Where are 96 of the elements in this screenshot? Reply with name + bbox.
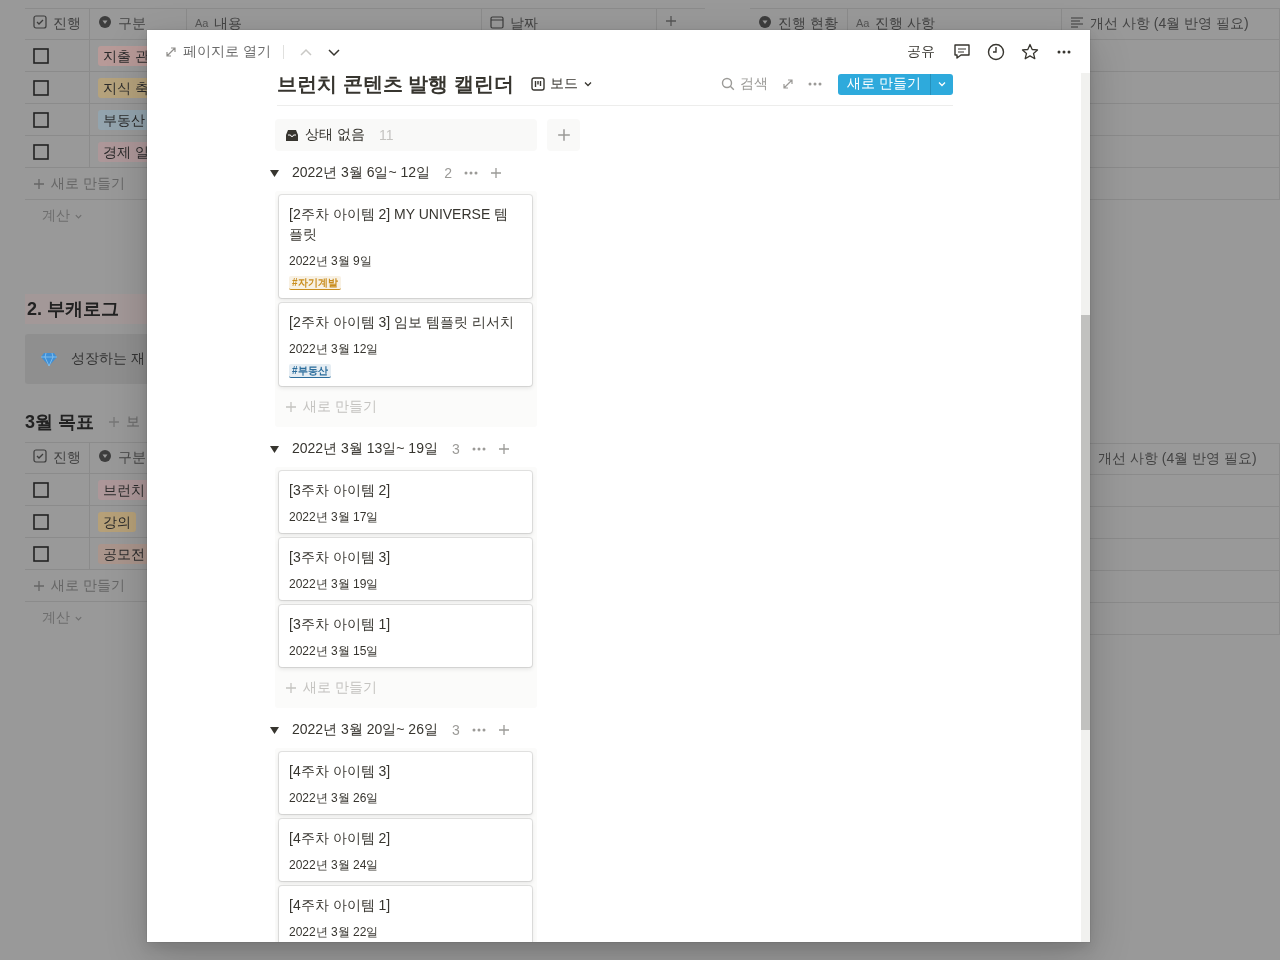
card[interactable]: [3주차 아이템 2] 2022년 3월 17일 xyxy=(279,471,532,533)
card-title: [4주차 아이템 1] xyxy=(289,896,392,915)
group-label: 2022년 3월 13일~ 19일 xyxy=(292,440,438,458)
card[interactable]: [4주차 아이템 2] 2022년 3월 24일 xyxy=(279,819,532,881)
column-header: 개선 사항 (4월 반영 필요) xyxy=(1098,450,1257,466)
board-icon xyxy=(530,77,545,91)
open-as-page-button[interactable]: 페이지로 열기 xyxy=(165,42,271,61)
select-type-icon xyxy=(98,449,112,463)
tag: 브런치 xyxy=(98,479,150,500)
calendar-icon xyxy=(490,15,504,29)
card-title: [4주차 아이템 2] xyxy=(289,829,392,848)
plus-icon xyxy=(556,128,571,142)
card[interactable]: [3주차 아이템 3] 2022년 3월 19일 xyxy=(279,538,532,600)
title-type-icon: Aa xyxy=(856,15,870,31)
column-header: 진행 사항 xyxy=(875,15,936,31)
card-title: [3주차 아이템 2] xyxy=(289,481,392,500)
card[interactable]: [3주차 아이템 1] 2022년 3월 15일 xyxy=(279,605,532,667)
column-header: 날짜 xyxy=(510,15,538,31)
text-lines-icon xyxy=(1070,15,1084,29)
checkbox[interactable] xyxy=(33,47,49,64)
triangle-icon[interactable] xyxy=(270,725,279,735)
group-count: 11 xyxy=(378,127,394,143)
checkbox[interactable] xyxy=(33,79,49,96)
more-icon[interactable] xyxy=(1055,49,1073,54)
tag: #부동산 xyxy=(289,364,331,378)
checkbox-type-icon xyxy=(33,449,47,463)
plus-icon xyxy=(33,579,45,592)
select-type-icon xyxy=(758,15,772,29)
search-icon xyxy=(721,77,736,91)
card-date: 2022년 3월 22일 xyxy=(289,924,380,940)
column-header: 개선 사항 (4월 반영 필요) xyxy=(1090,15,1249,31)
card-date: 2022년 3월 17일 xyxy=(289,509,380,525)
title-type-icon: Aa xyxy=(195,15,209,31)
plus-icon xyxy=(489,167,502,179)
tag: 강의 xyxy=(98,511,136,532)
gem-icon xyxy=(41,352,57,366)
checkbox[interactable] xyxy=(33,545,49,562)
comment-icon[interactable] xyxy=(953,42,971,61)
plus-icon xyxy=(285,401,297,413)
card-title: [3주차 아이템 1] xyxy=(289,615,392,634)
tag: 부동산 xyxy=(98,109,150,130)
select-type-icon xyxy=(98,15,112,29)
column-header: 내용 xyxy=(214,15,243,31)
expand-icon[interactable] xyxy=(782,78,795,90)
triangle-icon[interactable] xyxy=(270,168,279,178)
share-button[interactable]: 공유 xyxy=(907,42,935,61)
group-count: 3 xyxy=(451,722,460,738)
plus-icon xyxy=(497,443,510,455)
card[interactable]: [4주차 아이템 3] 2022년 3월 26일 xyxy=(279,752,532,814)
card-title: [2주차 아이템 2] MY UNIVERSE 템플릿 xyxy=(289,205,510,244)
star-icon[interactable] xyxy=(1021,42,1039,61)
card-date: 2022년 3월 12일 xyxy=(289,341,380,357)
column-header: 진행 xyxy=(53,15,81,31)
plus-icon xyxy=(497,724,510,736)
group-label: 2022년 3월 6일~ 12일 xyxy=(292,164,431,182)
clock-icon[interactable] xyxy=(987,42,1005,61)
inbox-icon xyxy=(285,128,299,142)
plus-icon xyxy=(33,177,45,190)
checkbox[interactable] xyxy=(33,143,49,160)
card[interactable]: [4주차 아이템 1] 2022년 3월 22일 xyxy=(279,886,532,942)
group-count: 2 xyxy=(444,165,452,181)
expand-icon xyxy=(165,45,177,58)
chevron-down-icon xyxy=(582,79,593,89)
triangle-icon[interactable] xyxy=(270,444,279,454)
checkbox[interactable] xyxy=(33,111,49,128)
plus-icon xyxy=(285,682,297,694)
card[interactable]: [2주차 아이템 2] MY UNIVERSE 템플릿 2022년 3월 9일 #자기계발 xyxy=(279,195,532,298)
dropdown-button[interactable] xyxy=(931,73,953,95)
card-date: 2022년 3월 9일 xyxy=(289,253,373,269)
tag: 공모전 xyxy=(98,543,150,564)
card-date: 2022년 3월 19일 xyxy=(289,576,380,592)
card-title: [4주차 아이템 3] xyxy=(289,762,392,781)
checkbox[interactable] xyxy=(33,481,49,498)
plus-icon xyxy=(108,416,120,428)
card-date: 2022년 3월 15일 xyxy=(289,643,380,659)
group-count: 3 xyxy=(451,441,460,457)
database-title: 3월 목표 xyxy=(25,411,94,434)
group-label: 2022년 3월 20일~ 26일 xyxy=(292,721,438,739)
scrollbar-thumb[interactable] xyxy=(1081,315,1090,730)
caret-icon xyxy=(937,79,947,89)
card-title: [3주차 아이템 3] xyxy=(289,548,392,567)
view-switcher[interactable]: 보드 xyxy=(530,75,593,93)
page-title: 브런치 콘텐츠 발행 캘린더 xyxy=(277,73,514,97)
column-header: 진행 xyxy=(53,449,81,465)
checkbox-type-icon xyxy=(33,15,47,29)
card[interactable]: [2주차 아이템 3] 임보 템플릿 리서치 2022년 3월 12일 #부동산 xyxy=(279,303,532,386)
column-header: 구분 xyxy=(118,15,146,31)
card-date: 2022년 3월 24일 xyxy=(289,857,380,873)
column-header: 진행 현황 xyxy=(778,15,838,31)
plus-icon xyxy=(665,15,677,27)
card-date: 2022년 3월 26일 xyxy=(289,790,380,806)
group-label: 상태 없음 xyxy=(305,126,365,144)
callout-text: 성장하는 재 xyxy=(71,350,145,368)
tag: #자기계발 xyxy=(289,276,341,290)
column-header: 구분 xyxy=(118,449,146,465)
checkbox[interactable] xyxy=(33,513,49,530)
